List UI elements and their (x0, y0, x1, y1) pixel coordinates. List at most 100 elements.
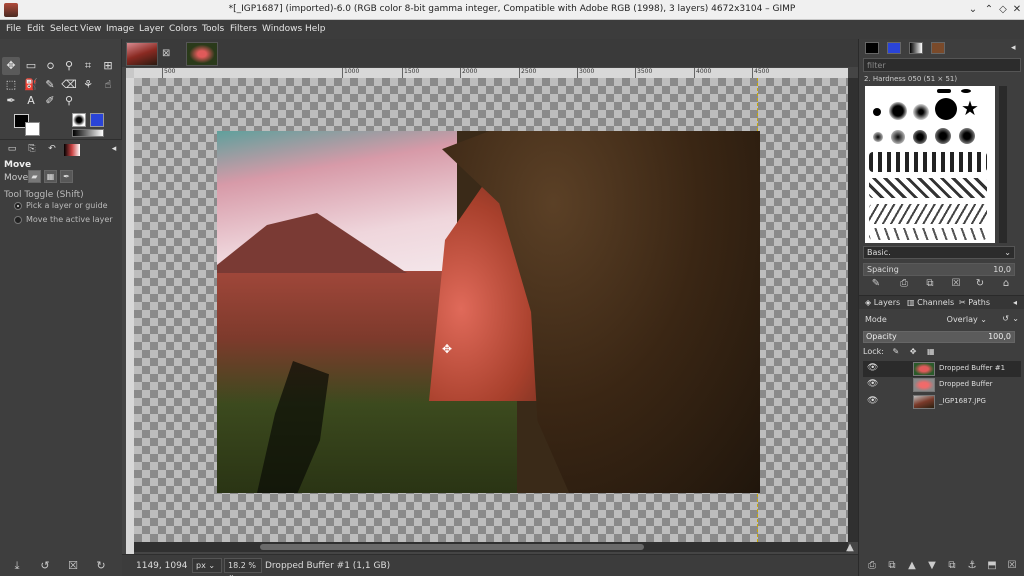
menu-edit[interactable]: Edit (27, 24, 44, 34)
move-active-layer-radio[interactable] (14, 216, 22, 224)
menu-view[interactable]: View (80, 24, 101, 34)
reset-mode-icon[interactable]: ↺ (1002, 314, 1009, 323)
pick-layer-radio[interactable] (14, 202, 22, 210)
close-tab-icon[interactable]: ⊠ (162, 48, 170, 59)
image-canvas[interactable]: ✥ (217, 131, 760, 493)
menu-windows[interactable]: Windows (262, 24, 302, 34)
close-button[interactable]: ✕ (1010, 3, 1024, 17)
menu-colors[interactable]: Colors (169, 24, 197, 34)
brush-item[interactable] (873, 132, 883, 142)
chevron-down-icon[interactable]: ⌄ (1012, 314, 1019, 323)
anchor-layer-icon[interactable]: ⚓ (965, 559, 979, 573)
brush-tag-select[interactable]: Basic. ⌄ (863, 246, 1015, 259)
horizontal-scrollbar[interactable] (134, 542, 848, 552)
save-tool-preset-icon[interactable]: ⤓ (10, 559, 24, 573)
menu-help[interactable]: Help (305, 24, 326, 34)
delete-brush-icon[interactable]: ☒ (949, 277, 963, 291)
unit-select[interactable]: px ⌄ (192, 558, 222, 573)
new-layer-group-icon[interactable]: ⧉ (885, 559, 899, 573)
delete-layer-icon[interactable]: ☒ (1005, 559, 1019, 573)
unified-transform-tool-icon[interactable]: ⊞ (99, 57, 117, 75)
horizontal-ruler[interactable]: 500 1000 1500 2000 2500 3000 3500 4000 4… (134, 68, 848, 78)
layer-row[interactable]: 👁 Dropped Buffer (863, 377, 1021, 393)
ruler-corner[interactable] (126, 68, 134, 78)
spacing-slider[interactable]: Spacing 10,0 (863, 263, 1015, 276)
active-brush-preview[interactable] (72, 113, 86, 127)
chevron-down-icon[interactable]: ⌄ (966, 3, 980, 17)
menu-file[interactable]: File (6, 24, 21, 34)
brush-row[interactable] (869, 152, 987, 172)
navigate-icon[interactable]: ▲ (844, 542, 856, 554)
restore-tool-preset-icon[interactable]: ↺ (38, 559, 52, 573)
brush-grid-scrollbar[interactable] (999, 86, 1007, 243)
menu-select[interactable]: Select (50, 24, 78, 34)
brush-grid[interactable]: ★ (865, 86, 995, 243)
image-tab-thumbnail[interactable] (126, 42, 158, 66)
image-tab-thumbnail-2[interactable] (186, 42, 218, 66)
brush-item[interactable] (873, 108, 881, 116)
color-picker-tool-icon[interactable]: ✐ (41, 92, 59, 110)
brush-item[interactable] (913, 104, 929, 120)
brush-item[interactable] (937, 89, 951, 93)
visibility-eye-icon[interactable]: 👁 (867, 396, 878, 406)
raise-layer-icon[interactable]: ▲ (905, 559, 919, 573)
vertical-ruler[interactable] (126, 78, 134, 576)
minimize-button[interactable]: ⌃ (982, 3, 996, 17)
lock-pixels-icon[interactable]: ✎ (892, 347, 899, 356)
menu-filters[interactable]: Filters (230, 24, 257, 34)
merge-layer-icon[interactable]: ⬒ (985, 559, 999, 573)
panel-menu-icon[interactable]: ◂ (106, 144, 122, 156)
layer-row[interactable]: 👁 Dropped Buffer #1 (863, 361, 1021, 377)
brushes-tab-icon[interactable] (865, 42, 879, 54)
menu-image[interactable]: Image (106, 24, 134, 34)
layer-row[interactable]: 👁 _IGP1687.JPG (863, 394, 1021, 410)
brush-item-selected[interactable] (889, 102, 907, 120)
zoom-tool-icon[interactable]: ⚲ (60, 92, 78, 110)
active-gradient-preview[interactable] (72, 129, 104, 137)
move-selection-mode-button[interactable]: ▦ (44, 170, 57, 183)
brush-row[interactable] (869, 178, 987, 198)
gradients-tab-icon[interactable] (909, 42, 923, 54)
undo-history-tab-icon[interactable]: ↶ (44, 144, 60, 156)
lock-position-icon[interactable]: ✥ (910, 347, 917, 356)
device-status-tab-icon[interactable]: ⎘ (24, 144, 40, 156)
lasso-tool-icon[interactable]: ഠ (41, 57, 59, 75)
delete-tool-preset-icon[interactable]: ☒ (66, 559, 80, 573)
visibility-eye-icon[interactable]: 👁 (867, 379, 878, 389)
scrollbar-thumb[interactable] (260, 544, 644, 550)
tab-paths[interactable]: ✂ Paths (959, 298, 990, 307)
brush-item[interactable] (913, 130, 927, 144)
fonts-tab-icon[interactable] (931, 42, 945, 54)
brush-row[interactable] (869, 204, 987, 224)
brush-row[interactable] (869, 228, 987, 240)
smudge-tool-icon[interactable]: ☝ (99, 76, 117, 94)
lower-layer-icon[interactable]: ▼ (925, 559, 939, 573)
star-brush-icon[interactable]: ★ (961, 96, 979, 120)
move-path-mode-button[interactable]: ✒ (60, 170, 73, 183)
images-tab-icon[interactable] (64, 144, 80, 156)
background-color-swatch[interactable] (25, 122, 40, 136)
vertical-scrollbar[interactable] (848, 78, 858, 542)
patterns-tab-icon[interactable] (887, 42, 901, 54)
move-layer-mode-button[interactable]: ▰ (28, 170, 41, 183)
menu-tools[interactable]: Tools (202, 24, 224, 34)
rect-select-tool-icon[interactable]: ▭ (22, 57, 40, 75)
mode-select[interactable]: Overlay ⌄ (947, 315, 987, 324)
zoom-select[interactable]: 18.2 % ⌄ (224, 558, 262, 576)
brush-item[interactable] (891, 130, 905, 144)
edit-brush-icon[interactable]: ✎ (869, 277, 883, 291)
duplicate-brush-icon[interactable]: ⧉ (923, 277, 937, 291)
tab-channels[interactable]: ▥ Channels (907, 298, 954, 307)
brush-filter-input[interactable]: filter (863, 58, 1021, 72)
tool-options-tab-icon[interactable]: ▭ (4, 144, 20, 156)
text-tool-icon[interactable]: A (22, 92, 40, 110)
brush-item[interactable] (935, 128, 951, 144)
refresh-brushes-icon[interactable]: ↻ (973, 277, 987, 291)
crop-tool-icon[interactable]: ⌗ (79, 57, 97, 75)
brush-item[interactable] (961, 89, 971, 93)
open-brush-as-image-icon[interactable]: ⌂ (999, 277, 1013, 291)
maximize-button[interactable]: ◇ (996, 3, 1010, 17)
panel-menu-icon[interactable]: ◂ (1011, 43, 1016, 53)
opacity-slider[interactable]: Opacity 100,0 (863, 331, 1015, 343)
brush-item[interactable] (959, 128, 975, 144)
